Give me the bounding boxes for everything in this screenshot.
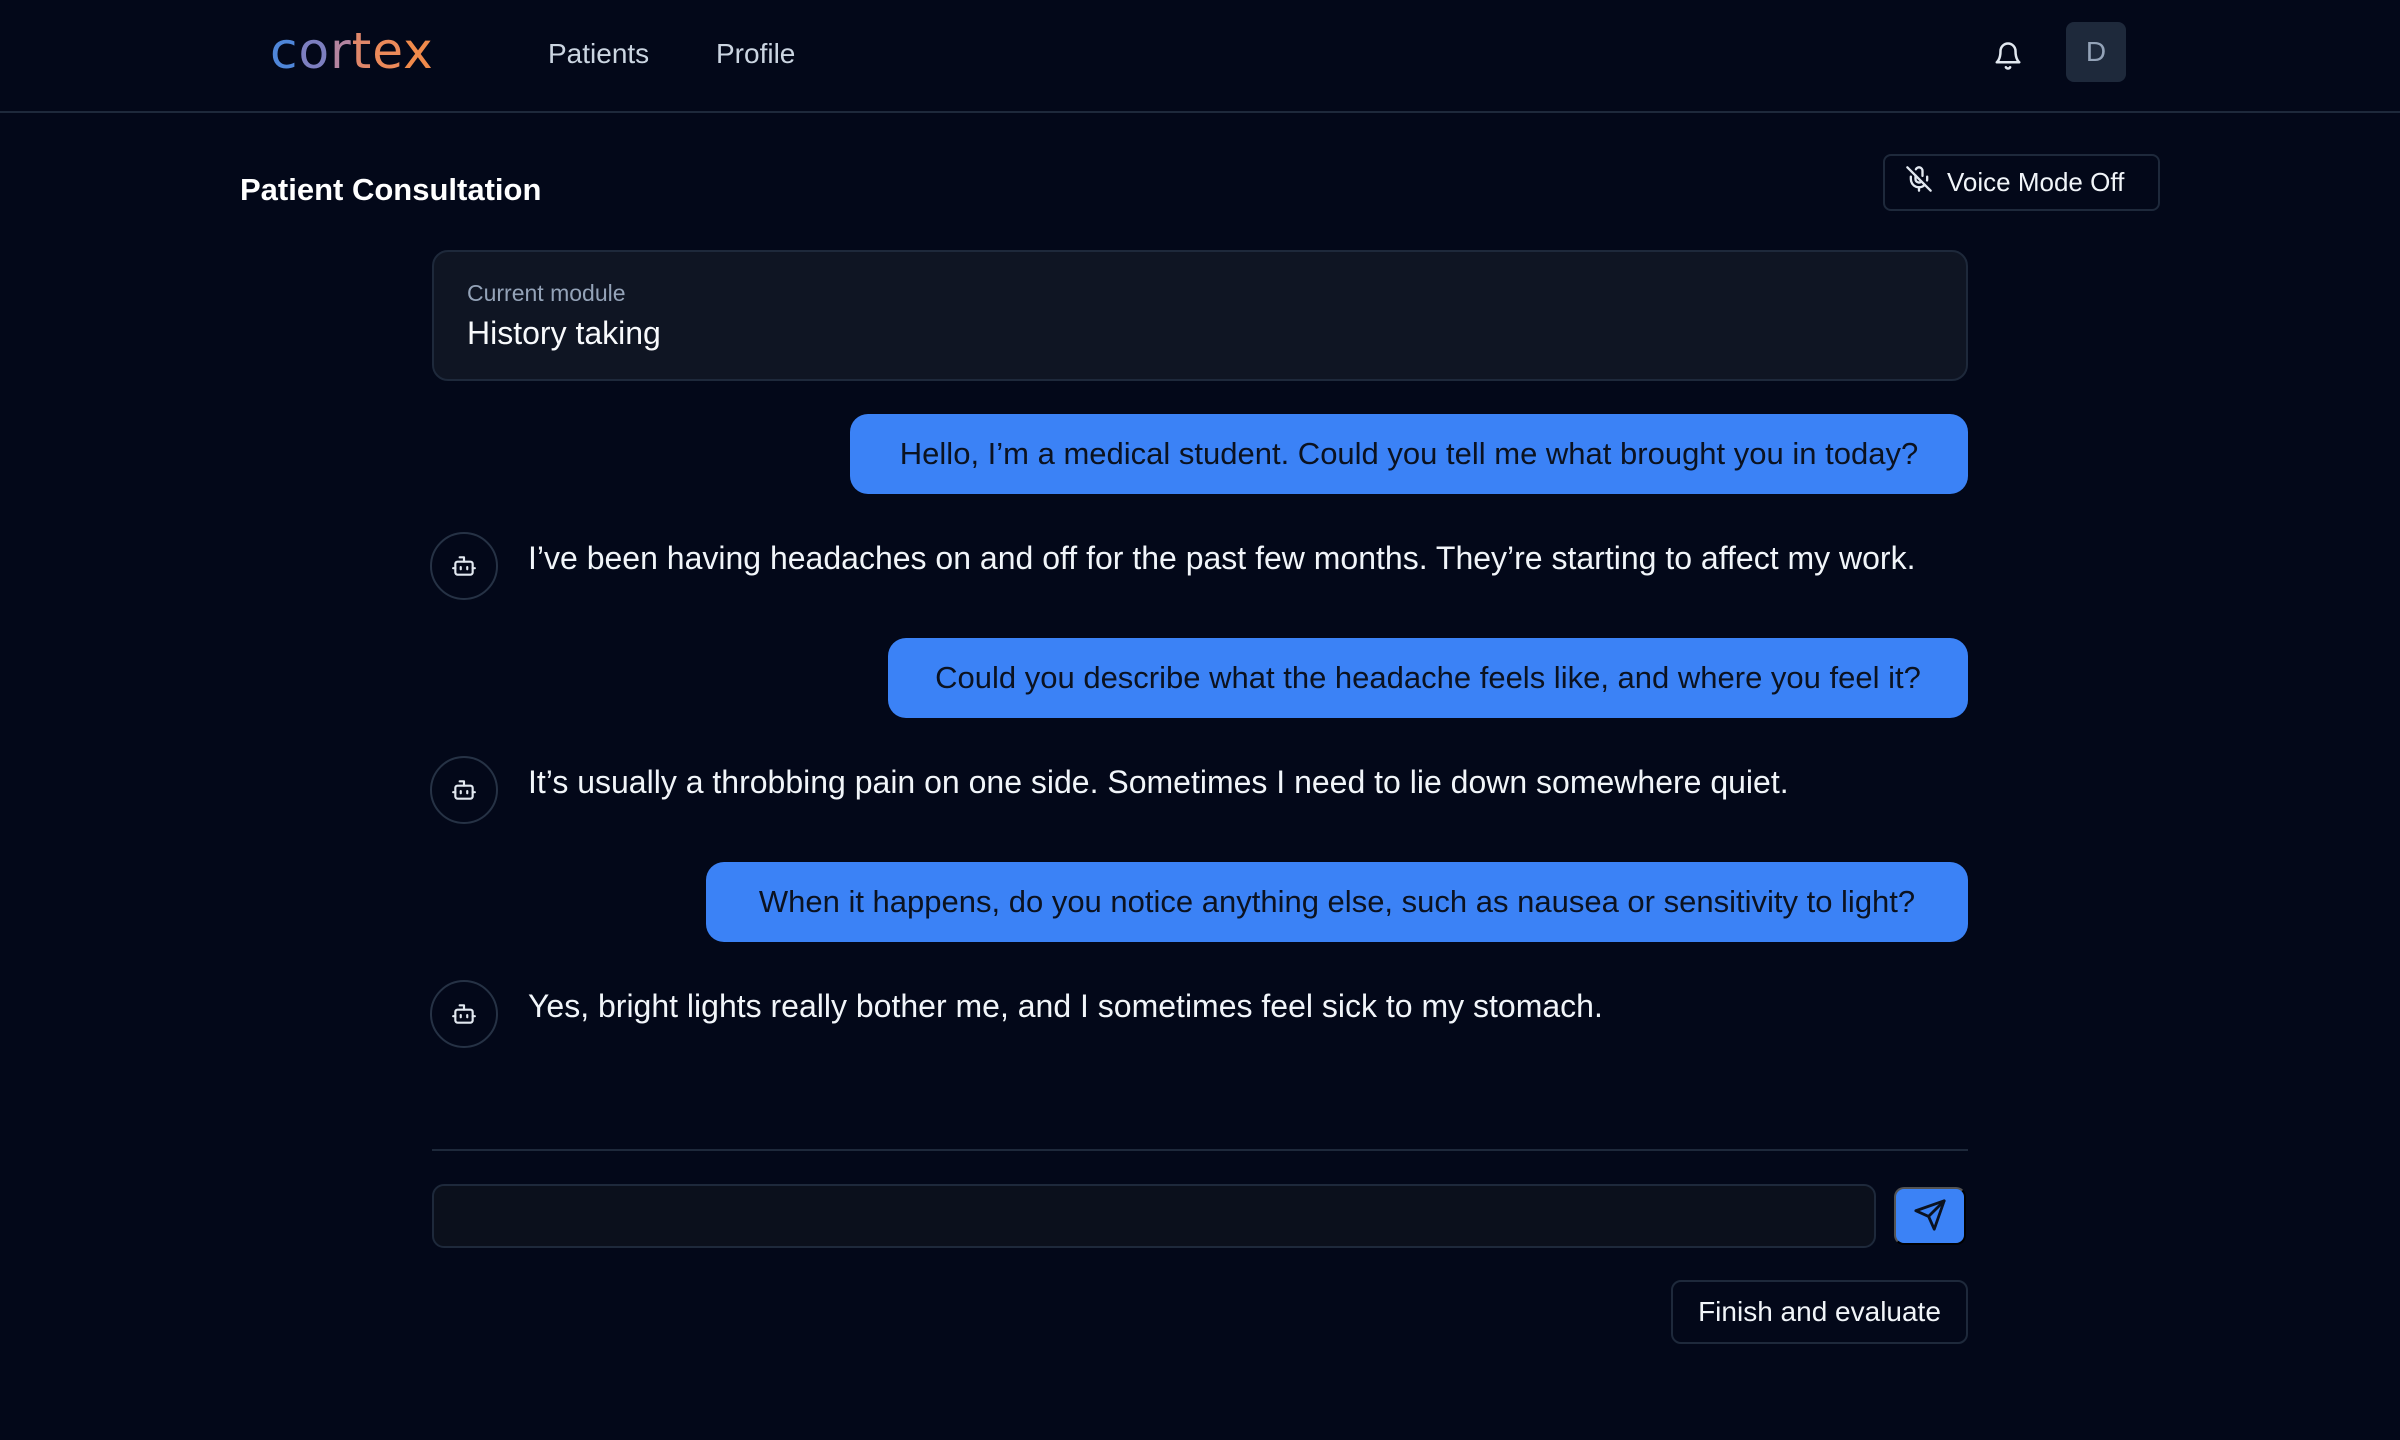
logo-letter: o bbox=[298, 22, 331, 80]
logo-letter: c bbox=[270, 22, 299, 80]
voice-mode-label: Voice Mode Off bbox=[1947, 167, 2125, 197]
user-message: Hello, I’m a medical student. Could you … bbox=[850, 414, 1968, 494]
patient-message: I’ve been having headaches on and off fo… bbox=[528, 540, 1916, 576]
robot-icon bbox=[430, 756, 498, 824]
robot-icon bbox=[430, 980, 498, 1048]
patient-message: Yes, bright lights really bother me, and… bbox=[528, 988, 1603, 1024]
logo-letter: e bbox=[372, 22, 404, 80]
mic-off-icon bbox=[1905, 165, 1933, 200]
nav-link-profile[interactable]: Profile bbox=[716, 38, 795, 70]
send-button[interactable] bbox=[1894, 1187, 1966, 1245]
finish-and-evaluate-button[interactable]: Finish and evaluate bbox=[1671, 1280, 1968, 1344]
user-avatar[interactable]: D bbox=[2066, 22, 2126, 82]
top-navigation: cortex Patients Profile D bbox=[0, 0, 2400, 113]
logo-letter: x bbox=[403, 22, 434, 80]
current-module-card: Current module History taking bbox=[432, 250, 1968, 381]
page-title: Patient Consultation bbox=[240, 172, 542, 207]
voice-mode-button[interactable]: Voice Mode Off bbox=[1883, 154, 2160, 211]
composer-divider bbox=[432, 1149, 1968, 1151]
nav-link-patients[interactable]: Patients bbox=[548, 38, 649, 70]
user-message: Could you describe what the headache fee… bbox=[888, 638, 1968, 718]
user-message: When it happens, do you notice anything … bbox=[706, 862, 1968, 942]
bell-icon[interactable] bbox=[1990, 37, 2026, 75]
logo-letter: r bbox=[330, 22, 352, 80]
logo-letter: t bbox=[351, 22, 373, 80]
message-input[interactable] bbox=[432, 1184, 1876, 1248]
patient-message: It’s usually a throbbing pain on one sid… bbox=[528, 764, 1789, 800]
robot-icon bbox=[430, 532, 498, 600]
module-label: Current module bbox=[467, 280, 626, 306]
cortex-logo[interactable]: cortex bbox=[270, 22, 434, 80]
module-value: History taking bbox=[467, 315, 661, 351]
send-icon bbox=[1913, 1198, 1947, 1235]
